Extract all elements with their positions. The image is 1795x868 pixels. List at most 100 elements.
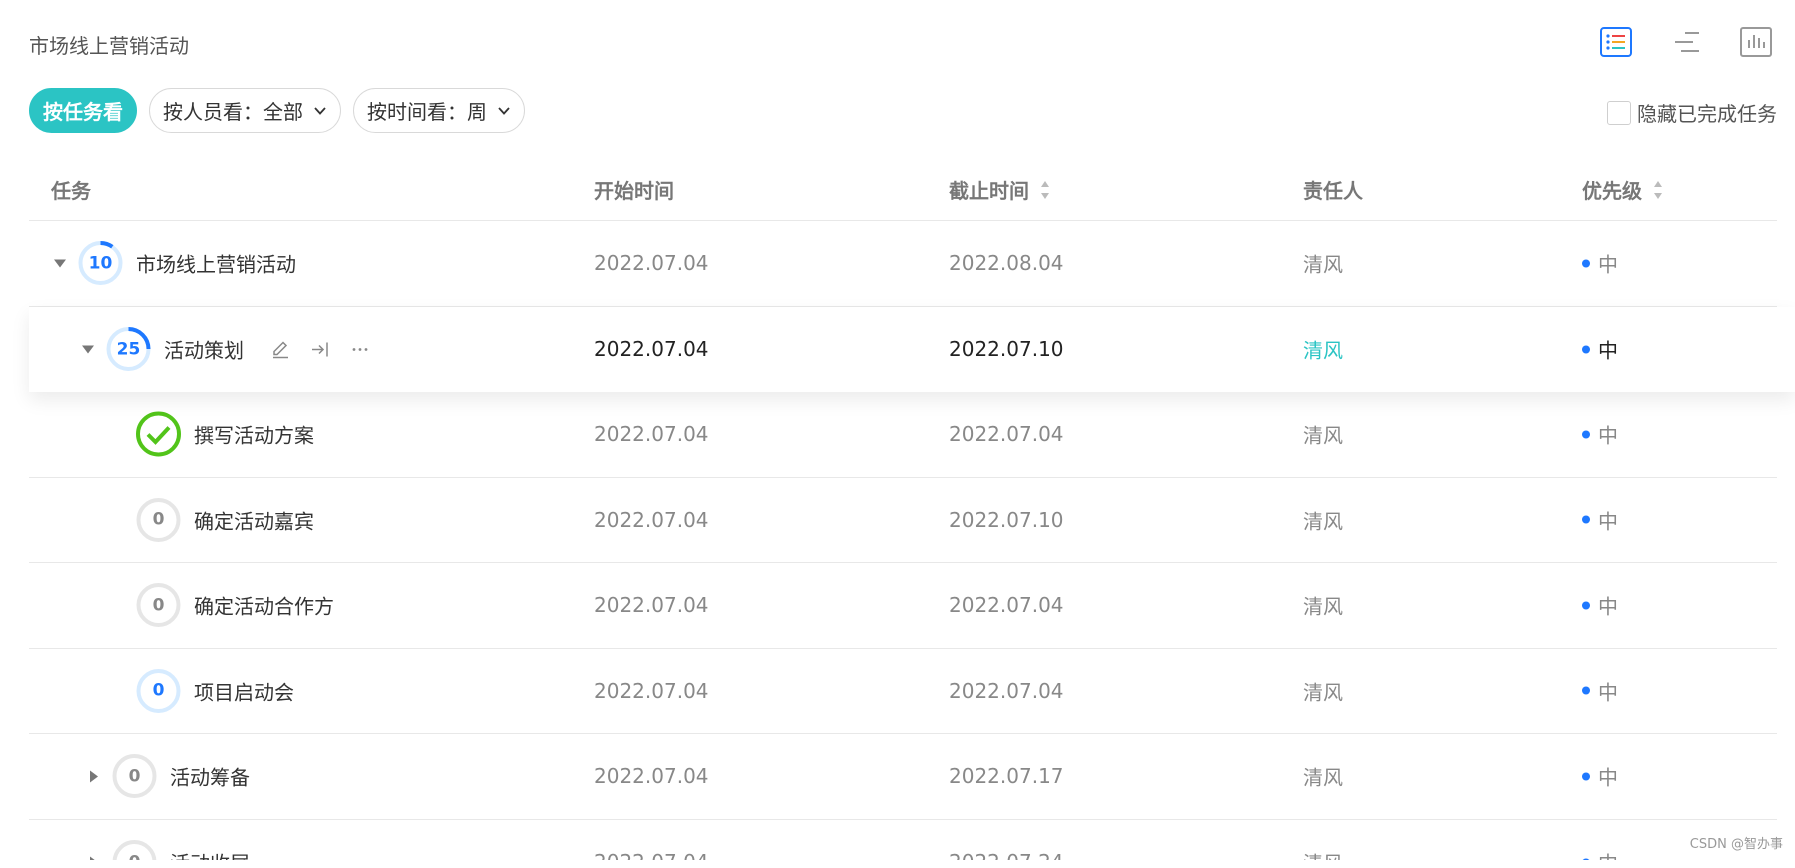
priority-label: 中 <box>1598 423 1618 448</box>
end-date: 2022.07.04 <box>949 422 1064 447</box>
owner[interactable]: 清风 <box>1303 335 1343 364</box>
more-icon[interactable] <box>350 339 370 359</box>
priority: 中 <box>1582 420 1618 449</box>
sort-icon[interactable] <box>1039 179 1051 201</box>
progress-ring: 0 <box>135 496 182 543</box>
table-row[interactable]: 10 市场线上营销活动 2022.07.04 2022.08.04 清风 中 <box>29 221 1777 307</box>
filter-bar: 按任务看 按人员看：全部 按时间看：周 <box>29 88 525 133</box>
table-row[interactable]: 0 确定活动合作方 2022.07.04 2022.07.04 清风 中 <box>29 563 1777 649</box>
task-name[interactable]: 确定活动合作方 <box>194 591 334 620</box>
task-cell: 撰写活动方案 <box>135 411 314 458</box>
table-row[interactable]: 0 项目启动会 2022.07.04 2022.07.04 清风 中 <box>29 649 1777 734</box>
chart-view-icon[interactable] <box>1739 26 1773 58</box>
page-title: 市场线上营销活动 <box>29 34 189 58</box>
done-check-icon[interactable] <box>135 411 182 458</box>
table-row[interactable]: 撰写活动方案 2022.07.04 2022.07.04 清风 中 <box>29 392 1777 478</box>
progress-ring: 0 <box>111 753 158 800</box>
task-name[interactable]: 项目启动会 <box>194 676 294 705</box>
column-priority[interactable]: 优先级 <box>1582 175 1664 204</box>
progress-value: 0 <box>128 766 141 787</box>
progress-value: 10 <box>88 253 113 274</box>
row-actions <box>270 339 370 359</box>
column-task-label: 任务 <box>51 179 91 203</box>
caret-down-icon[interactable] <box>77 344 99 354</box>
owner: 清风 <box>1303 423 1343 448</box>
task-name[interactable]: 撰写活动方案 <box>194 420 314 449</box>
priority-label: 中 <box>1598 252 1618 277</box>
task-name[interactable]: 确定活动嘉宾 <box>194 505 314 534</box>
owner: 清风 <box>1303 594 1343 619</box>
hide-completed-toggle[interactable]: 隐藏已完成任务 <box>1607 98 1777 127</box>
priority-label: 中 <box>1598 765 1618 790</box>
progress-value: 0 <box>152 595 165 616</box>
start-date: 2022.07.04 <box>594 251 709 276</box>
priority: 中 <box>1582 762 1618 791</box>
column-end[interactable]: 截止时间 <box>949 175 1051 204</box>
progress-ring: 25 <box>105 326 152 373</box>
caret-right-icon[interactable] <box>83 769 105 783</box>
task-cell: 10 市场线上营销活动 <box>49 240 296 287</box>
task-cell: 0 确定活动合作方 <box>135 582 334 629</box>
start-date: 2022.07.04 <box>594 593 709 618</box>
move-icon[interactable] <box>310 339 330 359</box>
task-cell: 0 项目启动会 <box>135 667 294 714</box>
priority-label: 中 <box>1598 594 1618 619</box>
end-date: 2022.07.10 <box>949 507 1064 532</box>
priority-dot <box>1582 772 1590 781</box>
by-time-dropdown[interactable]: 按时间看：周 <box>353 88 525 133</box>
progress-ring: 10 <box>77 240 124 287</box>
start-date: 2022.07.04 <box>594 337 709 362</box>
end-date: 2022.07.04 <box>949 593 1064 618</box>
task-name[interactable]: 活动策划 <box>164 335 244 364</box>
priority-dot <box>1582 601 1590 610</box>
chevron-down-icon <box>498 106 510 115</box>
hide-completed-label: 隐藏已完成任务 <box>1637 102 1777 126</box>
start-date: 2022.07.04 <box>594 507 709 532</box>
by-task-button[interactable]: 按任务看 <box>29 88 137 133</box>
priority-dot <box>1582 515 1590 524</box>
task-name[interactable]: 市场线上营销活动 <box>136 249 296 278</box>
priority-label: 中 <box>1598 338 1618 363</box>
start-date: 2022.07.04 <box>594 678 709 703</box>
progress-value: 0 <box>152 680 165 701</box>
priority: 中 <box>1582 335 1618 364</box>
priority: 中 <box>1582 249 1618 278</box>
progress-ring: 0 <box>135 667 182 714</box>
priority: 中 <box>1582 676 1618 705</box>
viewport-cutoff <box>0 860 1795 868</box>
by-person-label: 按人员看：全部 <box>163 100 303 124</box>
by-task-label: 按任务看 <box>43 100 123 124</box>
priority-label: 中 <box>1598 680 1618 705</box>
start-date: 2022.07.04 <box>594 422 709 447</box>
view-switcher <box>1599 26 1773 58</box>
by-person-dropdown[interactable]: 按人员看：全部 <box>149 88 341 133</box>
gantt-view-icon[interactable] <box>1669 26 1703 58</box>
priority-dot <box>1582 259 1590 268</box>
end-date: 2022.08.04 <box>949 251 1064 276</box>
end-date: 2022.07.17 <box>949 764 1064 789</box>
watermark: CSDN @智办事 <box>1689 837 1783 852</box>
priority: 中 <box>1582 591 1618 620</box>
chevron-down-icon <box>314 106 326 115</box>
table-row[interactable]: 0 确定活动嘉宾 2022.07.04 2022.07.10 清风 中 <box>29 478 1777 563</box>
priority-dot <box>1582 430 1590 439</box>
priority-dot <box>1582 345 1590 354</box>
priority-label: 中 <box>1598 509 1618 534</box>
task-table: 任务 开始时间 截止时间 责任人 优先级 10 市场线上营销活动 2022.07… <box>29 155 1795 868</box>
column-priority-label: 优先级 <box>1582 179 1642 203</box>
progress-ring: 0 <box>135 582 182 629</box>
list-view-icon[interactable] <box>1599 26 1633 58</box>
sort-icon[interactable] <box>1652 179 1664 201</box>
column-start-label: 开始时间 <box>594 179 674 203</box>
edit-icon[interactable] <box>270 339 290 359</box>
owner: 清风 <box>1303 509 1343 534</box>
task-name[interactable]: 活动筹备 <box>170 762 250 791</box>
table-row[interactable]: 0 活动筹备 2022.07.04 2022.07.17 清风 中 <box>29 734 1777 820</box>
table-row[interactable]: 25 活动策划 2022.07.04 2022.07.10 清风 中 <box>29 306 1795 392</box>
by-time-label: 按时间看：周 <box>367 100 487 124</box>
hide-completed-checkbox[interactable] <box>1607 100 1631 125</box>
task-cell: 0 活动筹备 <box>83 753 250 800</box>
progress-value: 0 <box>152 509 165 530</box>
priority: 中 <box>1582 505 1618 534</box>
caret-down-icon[interactable] <box>49 258 71 268</box>
